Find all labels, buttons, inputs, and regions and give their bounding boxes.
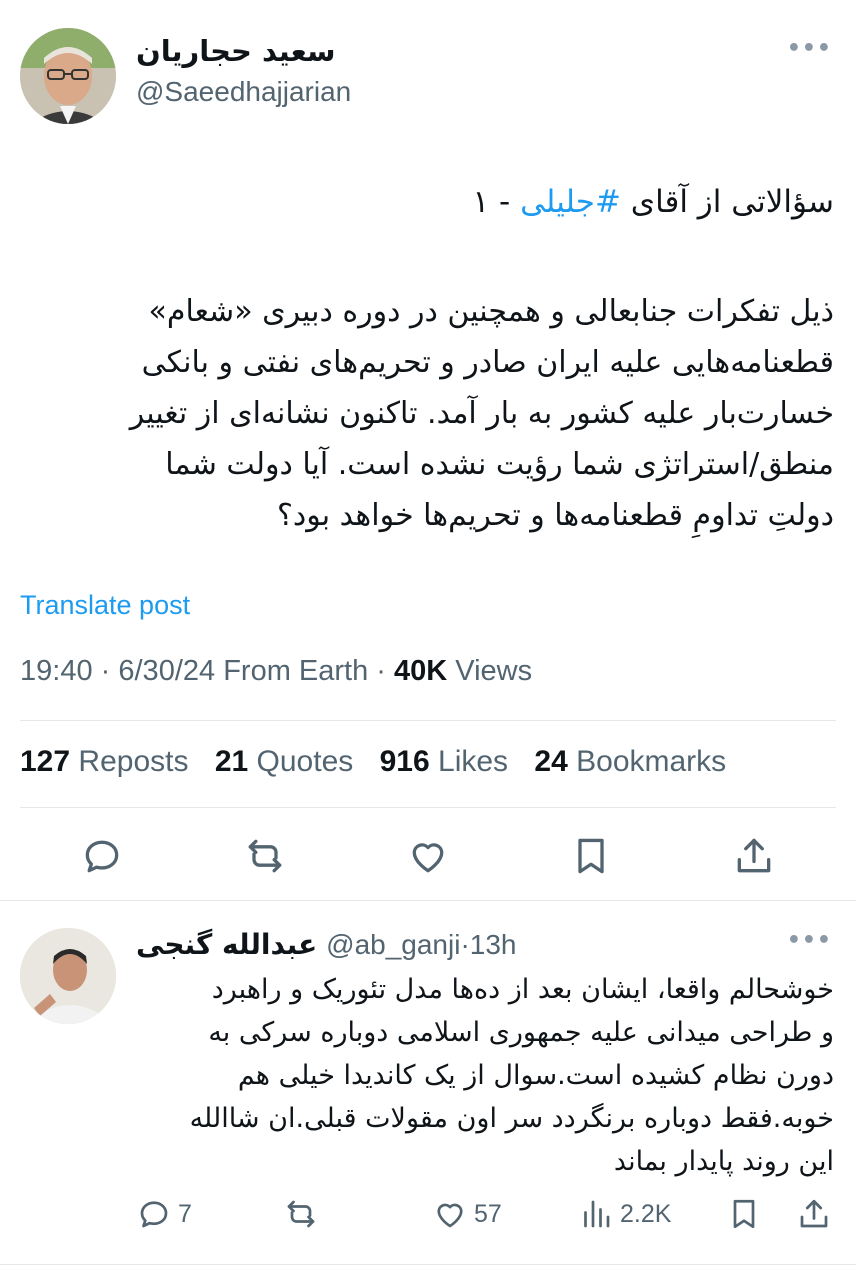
more-icon[interactable]: ••• bbox=[787, 36, 832, 61]
repost-icon[interactable] bbox=[243, 834, 287, 878]
reply-replies-count: 7 bbox=[178, 1199, 192, 1228]
bookmarks-label: Bookmarks bbox=[576, 745, 727, 778]
tweet-body: ذیل تفکرات جنابعالی و همچنین در دوره دبی… bbox=[14, 286, 834, 541]
divider bbox=[20, 720, 836, 721]
tweet-time[interactable]: 19:40 bbox=[20, 655, 93, 687]
divider bbox=[0, 900, 856, 901]
tweet-body-line: منطق/استراتژی شما رؤیت نشده است. آیا دول… bbox=[165, 447, 834, 482]
reposts-count: 127 bbox=[20, 745, 71, 778]
reply-share-button[interactable] bbox=[796, 1196, 832, 1232]
bookmarks-stat[interactable]: 24 Bookmarks bbox=[534, 745, 726, 778]
likes-count: 916 bbox=[379, 745, 430, 778]
divider bbox=[20, 807, 836, 808]
reply-author-handle[interactable]: @ab_ganji bbox=[326, 929, 460, 960]
reply-author-name[interactable]: عبدالله گنجی bbox=[136, 928, 317, 961]
tweet-source: From Earth bbox=[223, 655, 369, 687]
tweet-date[interactable]: 6/30/24 bbox=[118, 655, 215, 687]
quotes-label: Quotes bbox=[256, 745, 354, 778]
bookmark-icon bbox=[733, 1199, 755, 1229]
tweet-body-line: ذیل تفکرات جنابعالی و همچنین در دوره دبی… bbox=[148, 294, 834, 329]
reply-views-count: 2.2K bbox=[620, 1199, 672, 1228]
tweet-meta: 19:40 · 6/30/24 From Earth · 40K Views bbox=[20, 655, 532, 688]
more-icon[interactable]: ••• bbox=[787, 928, 832, 953]
reposts-stat[interactable]: 127 Reposts bbox=[20, 745, 188, 778]
reply-bookmark-button[interactable] bbox=[726, 1196, 762, 1232]
meta-separator: · bbox=[100, 655, 111, 687]
reply-body-line: دورن نظام کشیده است.سوال از یک کاندیدا خ… bbox=[237, 1060, 834, 1091]
divider bbox=[0, 1264, 856, 1265]
likes-label: Likes bbox=[438, 745, 509, 778]
reply-icon bbox=[140, 1201, 168, 1228]
reply-repost-button[interactable] bbox=[283, 1196, 319, 1232]
reply-icon[interactable] bbox=[80, 834, 124, 878]
reply-header: عبدالله گنجی @ab_ganji·13h bbox=[136, 928, 517, 961]
repost-icon bbox=[287, 1200, 315, 1228]
author-name[interactable]: سعید حجاریان bbox=[136, 34, 336, 68]
tweet-body-line: خسارت‌بار علیه کشور به بار آمد. تاکنون ن… bbox=[129, 396, 834, 431]
reply-body: خوشحالم واقعا، ایشان بعد از ده‌ها مدل تئ… bbox=[134, 968, 834, 1183]
reply-time[interactable]: 13h bbox=[470, 929, 517, 960]
quotes-stat[interactable]: 21 Quotes bbox=[215, 745, 353, 778]
views-count: 40K bbox=[394, 655, 448, 687]
meta-separator: · bbox=[376, 655, 386, 687]
share-icon[interactable] bbox=[732, 834, 776, 878]
reply-body-line: خوشحالم واقعا، ایشان بعد از ده‌ها مدل تئ… bbox=[211, 974, 834, 1005]
bookmark-icon[interactable] bbox=[569, 834, 613, 878]
quotes-count: 21 bbox=[214, 745, 249, 778]
views-icon bbox=[584, 1200, 610, 1228]
reply-likes-count: 57 bbox=[474, 1199, 502, 1228]
likes-stat[interactable]: 916 Likes bbox=[380, 745, 508, 778]
reply-body-line: خوبه.فقط دوباره برنگردد سر اون مقولات قب… bbox=[189, 1103, 834, 1134]
author-avatar[interactable] bbox=[20, 28, 116, 124]
reply-body-line: و طراحی میدانی علیه جمهوری اسلامی دوباره… bbox=[208, 1017, 834, 1048]
bookmarks-count: 24 bbox=[534, 745, 568, 778]
like-icon[interactable] bbox=[406, 834, 450, 878]
hashtag-link[interactable]: #جلیلی bbox=[520, 184, 621, 220]
tweet-body-line: دولتِ تداومِ قطعنامه‌ها و تحریم‌ها خواهد… bbox=[277, 498, 834, 533]
meta-separator: · bbox=[460, 929, 470, 960]
reposts-label: Reposts bbox=[78, 745, 189, 778]
reply-body-line: این روند پایدار بماند bbox=[613, 1146, 834, 1177]
title-prefix: سؤالاتی از آقای bbox=[620, 184, 834, 220]
like-icon bbox=[437, 1203, 463, 1228]
views-label: Views bbox=[455, 655, 533, 687]
engagement-stats: 127 Reposts 21 Quotes 916 Likes 24 Bookm… bbox=[20, 745, 744, 779]
translate-post-link[interactable]: Translate post bbox=[20, 590, 190, 621]
tweet-title: سؤالاتی از آقای #جلیلی - ۱ bbox=[24, 178, 834, 226]
tweet-body-line: قطعنامه‌هایی علیه ایران صادر و تحریم‌های… bbox=[141, 345, 834, 380]
reply-views-button[interactable]: 2.2K bbox=[578, 1196, 671, 1232]
title-suffix: - ۱ bbox=[472, 184, 521, 220]
share-icon bbox=[800, 1199, 828, 1228]
author-handle[interactable]: @Saeedhajjarian bbox=[136, 76, 351, 108]
reply-avatar[interactable] bbox=[20, 928, 116, 1024]
reply-reply-button[interactable]: 7 bbox=[136, 1196, 192, 1232]
reply-like-button[interactable]: 57 bbox=[432, 1196, 502, 1232]
